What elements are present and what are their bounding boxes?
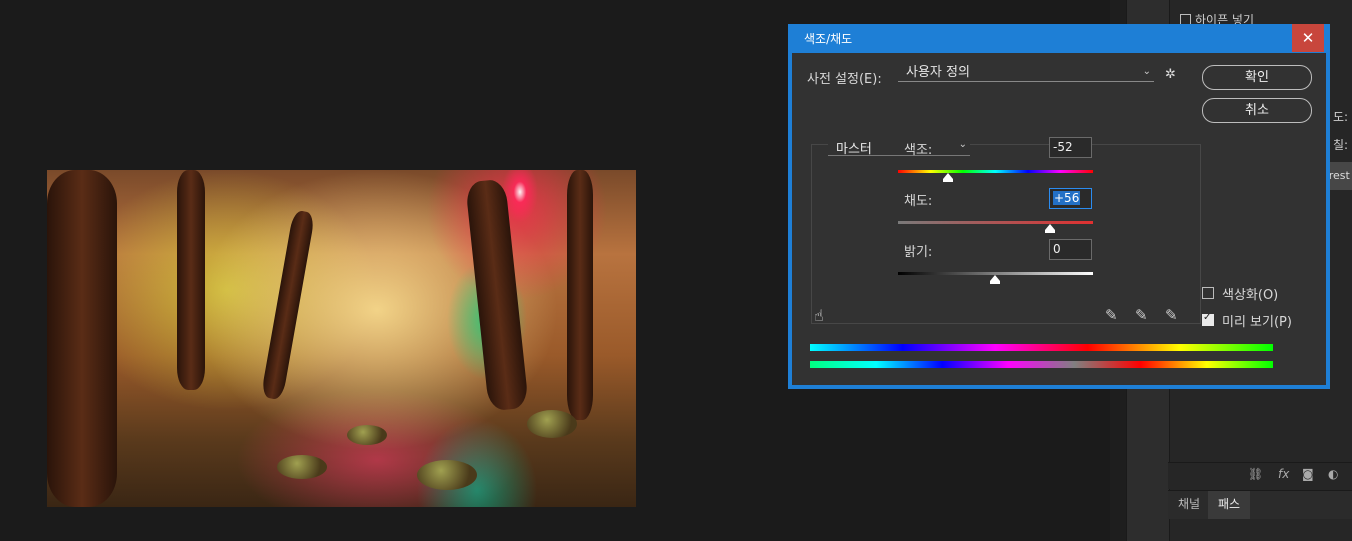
chevron-down-icon: ⌄ [1142, 66, 1151, 77]
eyedropper-icon[interactable]: ✎ [1105, 306, 1118, 324]
eyedropper-add-icon[interactable]: ✎ [1135, 306, 1148, 324]
saturation-slider-track[interactable] [898, 221, 1093, 224]
hue-slider-track[interactable] [898, 170, 1093, 173]
ok-button[interactable]: 확인 [1202, 65, 1312, 90]
fx-icon[interactable]: fx [1278, 467, 1289, 481]
cancel-button[interactable]: 취소 [1202, 98, 1312, 123]
forest-image [47, 170, 636, 507]
source-hue-bar [810, 344, 1273, 351]
tab-channels[interactable]: 채널 [1168, 491, 1210, 519]
saturation-value: +56 [1053, 191, 1081, 205]
fill-label: 칠: [1333, 138, 1349, 152]
chevron-down-icon: ⌄ [958, 139, 967, 150]
link-icon[interactable]: ⛓ [1248, 467, 1263, 481]
channel-dropdown[interactable]: 마스터 ⌄ [828, 136, 970, 157]
lightness-slider-thumb[interactable] [990, 275, 1000, 284]
saturation-input[interactable]: +56 [1049, 188, 1092, 209]
hand-adjust-icon[interactable]: ☝ [814, 306, 824, 325]
saturation-label: 채도: [904, 194, 933, 209]
dialog-title: 색조/채도 [804, 32, 853, 46]
preview-checkbox[interactable] [1202, 312, 1214, 326]
dialog-body: 사전 설정(E): 사용자 정의 ⌄ ✲ 확인 취소 마스터 ⌄ 색조: -52… [792, 53, 1326, 385]
gear-icon[interactable]: ✲ [1165, 67, 1176, 82]
lightness-input[interactable]: 0 [1049, 239, 1092, 260]
preset-dropdown[interactable]: 사용자 정의 ⌄ [898, 66, 1154, 82]
preview-label: 미리 보기(P) [1222, 315, 1292, 330]
dialog-titlebar[interactable]: 색조/채도 ✕ [788, 24, 1330, 53]
result-hue-bar [810, 361, 1273, 368]
colorize-label: 색상화(O) [1222, 288, 1279, 303]
channel-value: 마스터 [836, 142, 872, 157]
hue-label: 색조: [904, 143, 933, 158]
lightness-label: 밝기: [904, 245, 933, 260]
hue-input[interactable]: -52 [1049, 137, 1092, 158]
hue-slider-thumb[interactable] [943, 173, 953, 182]
tab-paths[interactable]: 패스 [1208, 491, 1251, 519]
colorize-checkbox[interactable] [1202, 287, 1214, 299]
mask-icon[interactable]: ◙ [1302, 467, 1314, 481]
close-button[interactable]: ✕ [1292, 24, 1324, 52]
saturation-slider-thumb[interactable] [1045, 224, 1055, 233]
eyedropper-subtract-icon[interactable]: ✎ [1165, 306, 1178, 324]
layers-footer: ⛓ fx ◙ ◐ [1168, 462, 1352, 489]
adjustment-icon[interactable]: ◐ [1328, 467, 1338, 481]
hue-saturation-dialog: 색조/채도 ✕ 사전 설정(E): 사용자 정의 ⌄ ✲ 확인 취소 마스터 ⌄… [788, 24, 1330, 389]
panel-tabs: 채널 패스 [1168, 490, 1352, 519]
preset-label: 사전 설정(E): [807, 72, 882, 87]
opacity-label: 도: [1333, 110, 1349, 124]
preset-value: 사용자 정의 [906, 65, 970, 80]
